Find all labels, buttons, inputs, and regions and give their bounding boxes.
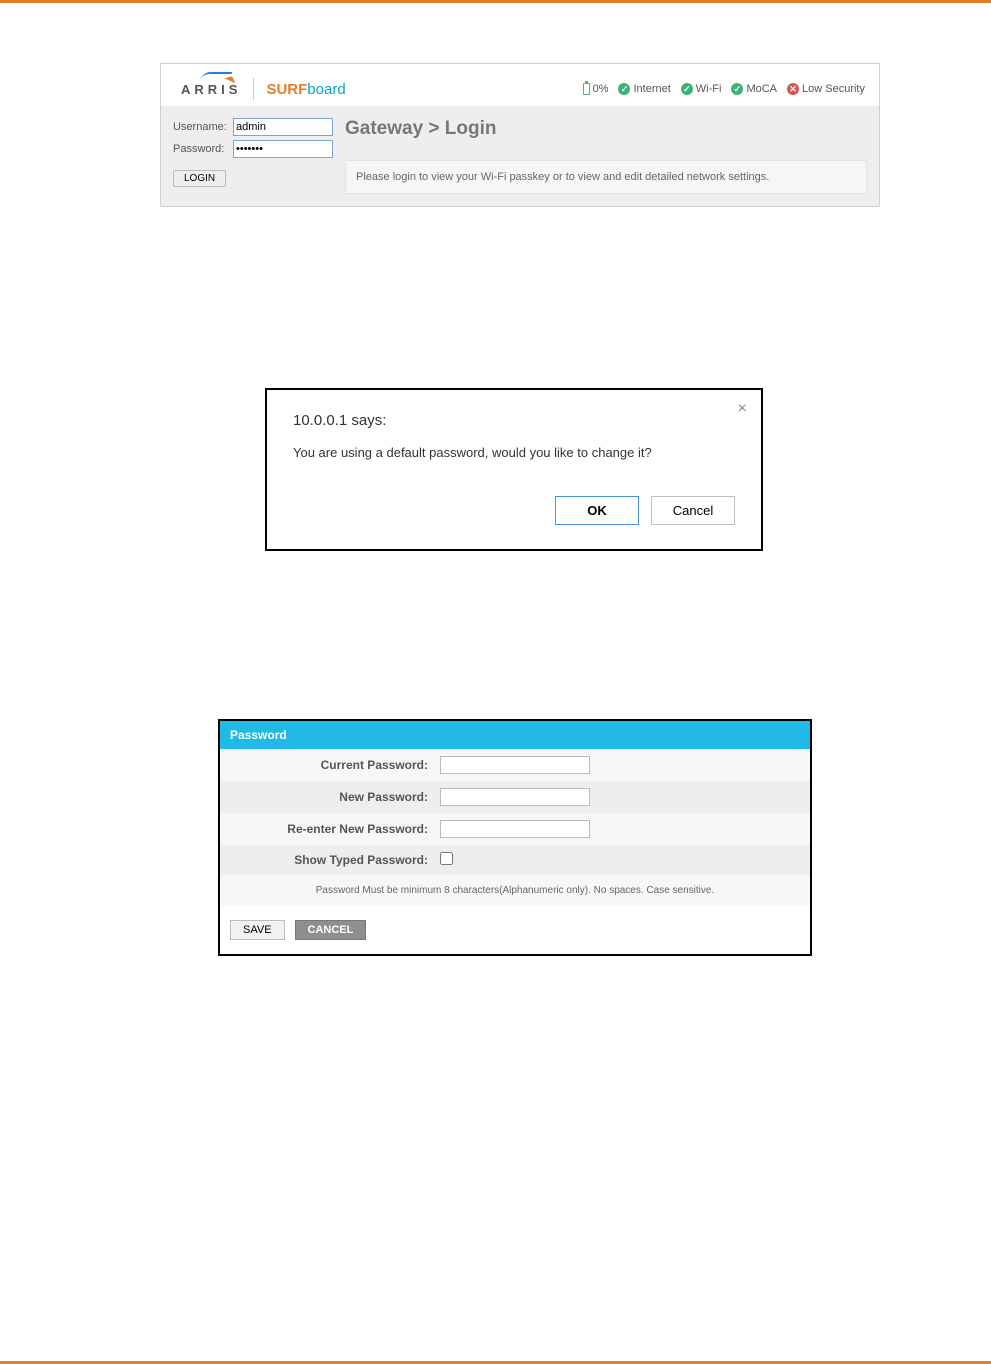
check-icon: ✓ [618,83,630,95]
status-label: Internet [633,83,670,95]
cancel-button[interactable]: CANCEL [295,920,367,940]
status-label: MoCA [746,83,777,95]
reenter-password-row: Re-enter New Password: [220,813,810,845]
new-password-label: New Password: [230,790,440,804]
login-body: Username: Password: LOGIN Gateway > Logi… [161,106,879,206]
cancel-button[interactable]: Cancel [651,496,735,525]
login-form: Username: Password: LOGIN [173,118,333,194]
dialog-title: 10.0.0.1 says: [293,412,735,429]
login-info: Gateway > Login Please login to view you… [345,118,867,194]
status-moca: ✓ MoCA [731,83,777,95]
close-icon[interactable]: × [738,400,747,418]
surfboard-logo: SURFboard [266,81,345,98]
logo-group: ARRIS SURFboard [175,78,346,100]
new-password-input[interactable] [440,788,590,806]
password-actions: SAVE CANCEL [220,906,810,954]
password-table: Current Password: New Password: Re-enter… [220,749,810,906]
x-icon: ✕ [787,83,799,95]
battery-value: 0% [593,83,609,95]
password-hint: Password Must be minimum 8 characters(Al… [220,875,810,906]
login-message: Please login to view your Wi-Fi passkey … [345,160,867,194]
status-strip: 0% ✓ Internet ✓ Wi-Fi ✓ MoCA ✕ Low Secur… [583,83,865,95]
confirm-dialog: × 10.0.0.1 says: You are using a default… [265,388,763,551]
reenter-password-label: Re-enter New Password: [230,822,440,836]
surfboard-text-1: SURF [266,81,307,98]
password-panel: Password Current Password: New Password:… [218,719,812,956]
password-row: Password: [173,140,333,158]
check-icon: ✓ [681,83,693,95]
login-panel: ARRIS SURFboard 0% ✓ Internet ✓ Wi-Fi ✓ [160,63,880,207]
login-button[interactable]: LOGIN [173,170,226,187]
new-password-row: New Password: [220,781,810,813]
status-label: Wi-Fi [696,83,722,95]
current-password-label: Current Password: [230,758,440,772]
arris-logo: ARRIS [175,82,241,97]
current-password-row: Current Password: [220,749,810,781]
dialog-message: You are using a default password, would … [293,445,735,460]
status-security: ✕ Low Security [787,83,865,95]
username-input[interactable] [233,118,333,136]
status-battery: 0% [583,83,609,95]
password-label: Password: [173,143,229,155]
logo-separator [253,78,254,100]
surfboard-text-2: board [307,81,345,98]
show-password-checkbox[interactable] [440,852,453,865]
status-wifi: ✓ Wi-Fi [681,83,722,95]
password-header: Password [220,721,810,749]
check-icon: ✓ [731,83,743,95]
save-button[interactable]: SAVE [230,920,285,940]
login-header: ARRIS SURFboard 0% ✓ Internet ✓ Wi-Fi ✓ [161,64,879,106]
arris-text: ARRIS [181,82,241,97]
ok-button[interactable]: OK [555,496,639,525]
breadcrumb-title: Gateway > Login [345,118,867,140]
current-password-input[interactable] [440,756,590,774]
show-password-row: Show Typed Password: [220,845,810,875]
battery-icon [583,83,590,95]
status-internet: ✓ Internet [618,83,670,95]
show-password-label: Show Typed Password: [230,853,440,867]
password-input[interactable] [233,140,333,158]
username-row: Username: [173,118,333,136]
dialog-buttons: OK Cancel [293,496,735,525]
username-label: Username: [173,121,229,133]
reenter-password-input[interactable] [440,820,590,838]
status-label: Low Security [802,83,865,95]
